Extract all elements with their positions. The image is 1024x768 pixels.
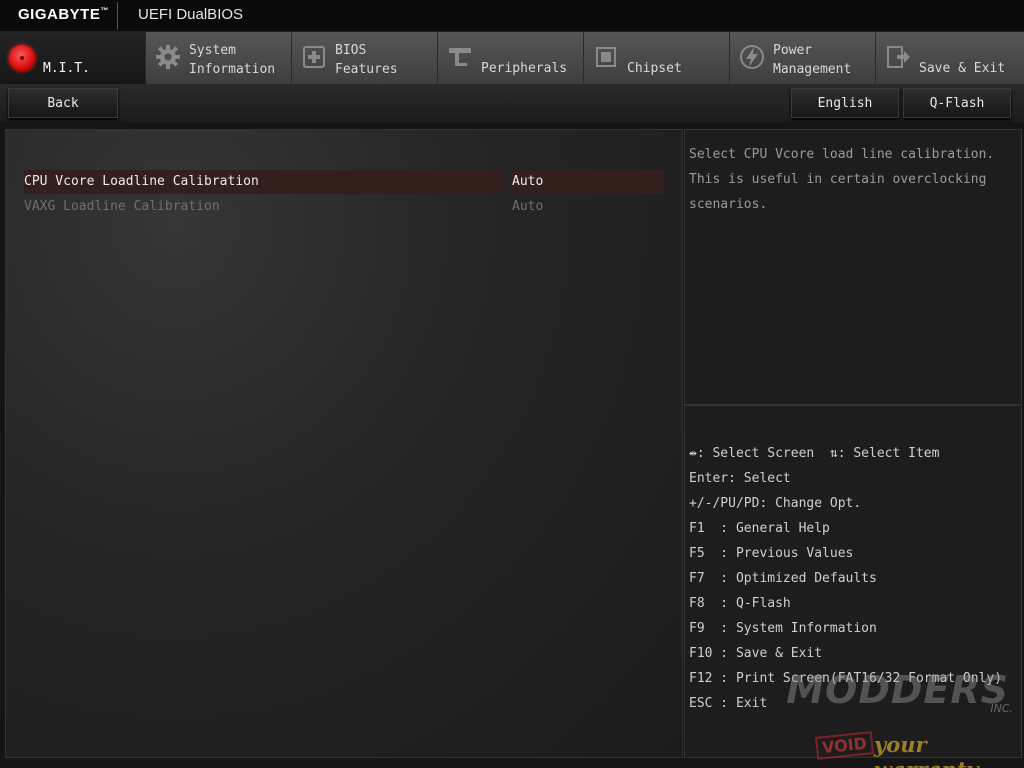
key-legend-panel: ⇹: Select Screen ⇅: Select Item Enter: S… — [684, 405, 1022, 758]
key-hint: ⇹: Select Screen ⇅: Select Item — [689, 446, 940, 461]
tab-peripherals[interactable]: Peripherals — [438, 32, 584, 84]
tab-chipset[interactable]: Chipset — [584, 32, 730, 84]
exit-door-icon — [884, 43, 912, 71]
key-hint: Enter: Select — [689, 471, 791, 486]
tab-label: BIOS Features — [335, 43, 398, 77]
help-panel: Select CPU Vcore load line calibration. … — [684, 129, 1022, 405]
tab-label: Save & Exit — [919, 61, 1006, 76]
gear-icon — [154, 43, 182, 71]
connector-icon — [446, 43, 474, 71]
main-tab-bar: M.I.T. System Information BIOS Features Pe… — [0, 32, 1024, 84]
mit-dial-icon — [9, 45, 35, 71]
key-hint: F12 : Print Screen(FAT16/32 Format Only) — [689, 671, 1003, 686]
power-bolt-icon — [738, 43, 766, 71]
key-hint: F8 : Q-Flash — [689, 596, 791, 611]
tab-power-management[interactable]: Power Management — [730, 32, 876, 84]
key-hint: ESC : Exit — [689, 696, 768, 711]
tab-mit[interactable]: M.I.T. — [0, 32, 146, 84]
chipset-icon — [592, 43, 620, 71]
sub-toolbar: Back English Q-Flash — [0, 84, 1024, 122]
tab-label: M.I.T. — [43, 61, 90, 76]
settings-panel: CPU Vcore Loadline Calibration Auto VAXG… — [5, 129, 683, 758]
key-hint: F10 : Save & Exit — [689, 646, 823, 661]
chip-plus-icon — [300, 43, 328, 71]
setting-row-vaxg-llc: VAXG Loadline Calibration Auto — [24, 195, 664, 219]
tab-label: System Information — [189, 43, 276, 77]
bios-title: UEFI DualBIOS — [138, 6, 244, 23]
setting-name: VAXG Loadline Calibration — [24, 199, 220, 214]
setting-row-cpu-vcore-llc[interactable]: CPU Vcore Loadline Calibration Auto — [24, 170, 664, 194]
key-hint: F9 : System Information — [689, 621, 877, 636]
tab-bios-features[interactable]: BIOS Features — [292, 32, 438, 84]
back-button[interactable]: Back — [8, 88, 118, 118]
setting-name: CPU Vcore Loadline Calibration — [24, 170, 504, 194]
setting-value: Auto — [512, 199, 544, 214]
brand-logo: GIGABYTE™ — [18, 6, 109, 23]
tab-label: Chipset — [627, 61, 682, 76]
help-text: Select CPU Vcore load line calibration. … — [689, 147, 995, 212]
key-legend: ⇹: Select Screen ⇅: Select Item Enter: S… — [689, 441, 1019, 716]
key-hint: F5 : Previous Values — [689, 546, 854, 561]
language-button[interactable]: English — [791, 88, 899, 118]
key-hint: +/-/PU/PD: Change Opt. — [689, 496, 862, 511]
setting-value[interactable]: Auto — [512, 170, 664, 194]
tab-label: Power Management — [773, 43, 852, 77]
brand-divider — [117, 2, 118, 30]
qflash-button[interactable]: Q-Flash — [903, 88, 1011, 118]
key-hint: F7 : Optimized Defaults — [689, 571, 877, 586]
tab-system-information[interactable]: System Information — [146, 32, 292, 84]
tab-label: Peripherals — [481, 61, 568, 76]
title-bar: GIGABYTE™ UEFI DualBIOS — [0, 0, 1024, 32]
tab-save-exit[interactable]: Save & Exit — [876, 32, 1024, 84]
key-hint: F1 : General Help — [689, 521, 830, 536]
